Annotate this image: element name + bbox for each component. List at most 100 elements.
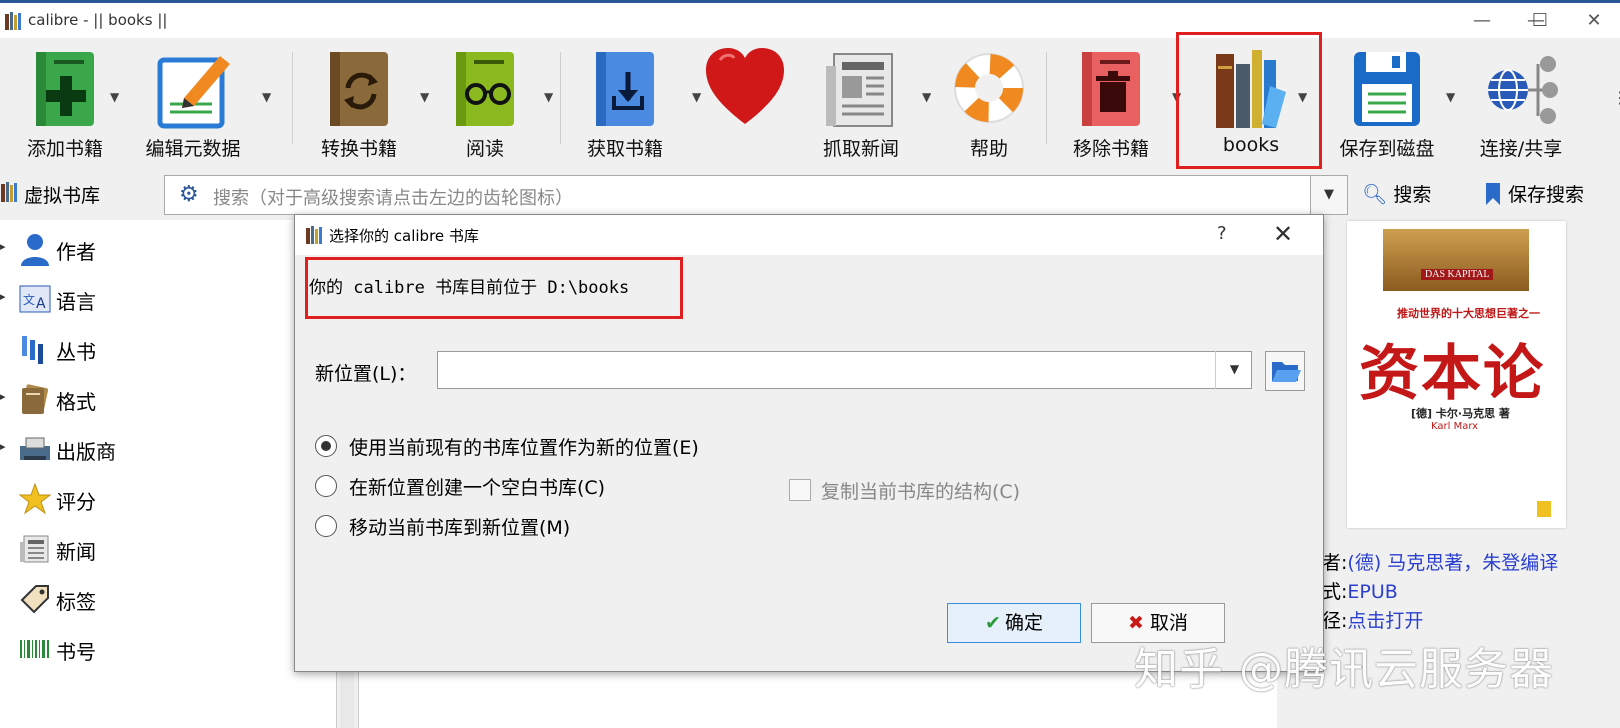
sidebar-item-publishers[interactable]: ▸ 出版商: [0, 430, 320, 470]
help-lifebuoy-icon: [954, 53, 1024, 123]
window-titlebar: calibre - || books || —: [0, 0, 1620, 38]
dialog-title: 选择你的 calibre 书库: [329, 227, 479, 245]
sidebar-item-series[interactable]: 丛书: [0, 330, 320, 370]
browse-folder-button[interactable]: [1265, 351, 1305, 391]
connect-share-button[interactable]: 连接/共享: [1456, 38, 1586, 166]
main-toolbar: 添加书籍 ▼ 编辑元数据 ▼ 转换书籍 ▼ 阅读 ▼ 获取书籍 ▼ 抓取新闻 ▼…: [0, 38, 1620, 168]
donate-heart-button[interactable]: [690, 38, 800, 166]
sidebar-item-formats[interactable]: ▸ 格式: [0, 380, 320, 420]
cover-subtitle: DAS KAPITAL: [1421, 269, 1494, 280]
sidebar-item-news[interactable]: 新闻: [0, 530, 320, 570]
expand-arrow-icon[interactable]: ▸: [0, 390, 6, 403]
ok-button[interactable]: ✔ 确定: [947, 603, 1081, 643]
add-books-button[interactable]: 添加书籍 ▼: [0, 38, 130, 166]
bookmark-icon: [1486, 183, 1500, 205]
radio-indicator[interactable]: [315, 435, 337, 457]
dialog-close-button[interactable]: ✕: [1273, 220, 1293, 248]
save-to-disk-label: 保存到磁盘: [1339, 138, 1435, 160]
search-input[interactable]: ⚙ 搜索（对于高级搜索请点击左边的齿轮图标）: [164, 175, 1348, 215]
search-button-label: 搜索: [1393, 184, 1432, 206]
folder-open-icon: [1272, 362, 1301, 382]
sidebar-item-rating[interactable]: 评分: [0, 480, 320, 520]
new-location-input[interactable]: [437, 351, 1252, 389]
toolbar-separator: [292, 52, 293, 144]
detail-format-key: 式:: [1322, 581, 1348, 603]
edit-metadata-button[interactable]: 编辑元数据 ▼: [128, 38, 271, 166]
detail-path-key: 径:: [1322, 610, 1348, 632]
tag-browser: ▸ 作者 ▸ 文A 语言 丛书 ▸ 格式 ▸ 出版商 评分 新闻 标签 书号: [0, 220, 337, 728]
new-location-label: 新位置(L)：: [315, 363, 417, 385]
cover-title: 资本论: [1359, 339, 1545, 409]
expand-arrow-icon[interactable]: ▸: [0, 290, 6, 303]
create-empty-radio[interactable]: 在新位置创建一个空白书库(C): [315, 473, 605, 500]
calibre-logo-icon: [5, 12, 21, 30]
search-icon: 🔍︎: [1362, 182, 1388, 206]
read-book-dropdown-icon[interactable]: ▼: [544, 90, 553, 104]
detail-path-link[interactable]: 点击打开: [1347, 610, 1423, 632]
sidebar-item-tags[interactable]: 标签: [0, 580, 320, 620]
expand-arrow-icon[interactable]: ▸: [0, 240, 6, 253]
sidebar-item-authors[interactable]: ▸ 作者: [0, 230, 320, 270]
edit-metadata-dropdown-icon[interactable]: ▼: [262, 90, 271, 104]
edit-metadata-icon: [157, 56, 230, 129]
sidebar-item-identifiers[interactable]: 书号: [0, 630, 320, 670]
save-to-disk-button[interactable]: 保存到磁盘 ▼: [1322, 38, 1455, 166]
close-window-button[interactable]: ✕: [1574, 9, 1614, 35]
svg-text:A: A: [36, 296, 46, 312]
sidebar-item-languages[interactable]: ▸ 文A 语言: [0, 280, 320, 320]
connect-share-label: 连接/共享: [1479, 138, 1563, 160]
detail-author-link[interactable]: (德) 马克思著，朱登编译: [1347, 552, 1558, 574]
window-title: calibre - || books ||: [28, 11, 168, 29]
convert-books-button[interactable]: 转换书籍 ▼: [294, 38, 429, 166]
detail-path-row: 径:点击打开: [1322, 606, 1423, 633]
sidebar-item-label: 出版商: [56, 440, 116, 464]
move-library-radio[interactable]: 移动当前书库到新位置(M): [315, 513, 570, 540]
help-button[interactable]: 帮助: [924, 38, 1054, 166]
connect-share-icon: [1488, 56, 1558, 124]
toolbar-overflow-icon[interactable]: ⋮: [1612, 88, 1620, 107]
save-search-button[interactable]: 保存搜索: [1486, 180, 1584, 207]
barcode-icon: [20, 640, 49, 658]
radio-indicator[interactable]: [315, 515, 337, 537]
save-disk-icon: [1354, 52, 1420, 126]
person-icon: [21, 234, 49, 266]
star-icon: [18, 482, 52, 515]
sidebar-item-label: 丛书: [56, 340, 96, 364]
sidebar-item-label: 新闻: [56, 540, 96, 564]
cover-author: [德] 卡尔·马克思 著: [1411, 407, 1510, 420]
sidebar-item-label: 语言: [56, 290, 96, 314]
search-button[interactable]: 🔍︎ 搜索: [1362, 180, 1431, 207]
book-cover[interactable]: DAS KAPITAL 推动世界的十大思想巨著之一 资本论 [德] 卡尔·马克思…: [1347, 221, 1566, 528]
add-books-dropdown-icon[interactable]: ▼: [110, 90, 119, 104]
use-existing-radio[interactable]: 使用当前现有的书库位置作为新的位置(E): [315, 433, 699, 460]
create-empty-label: 在新位置创建一个空白书库(C): [349, 477, 606, 499]
remove-books-button[interactable]: 移除书籍 ▼: [1046, 38, 1181, 166]
format-icon: [21, 384, 49, 414]
heart-icon: [706, 48, 784, 124]
detail-format-link[interactable]: EPUB: [1347, 581, 1397, 603]
get-books-icon: [596, 52, 654, 126]
move-library-label: 移动当前书库到新位置(M): [349, 517, 571, 539]
radio-indicator[interactable]: [315, 475, 337, 497]
read-book-button[interactable]: 阅读 ▼: [420, 38, 553, 166]
copy-structure-checkbox[interactable]: 复制当前书库的结构(C): [789, 477, 1020, 504]
edit-metadata-label: 编辑元数据: [145, 138, 241, 160]
minimize-button-2[interactable]: —: [1462, 9, 1502, 35]
save-to-disk-dropdown-icon[interactable]: ▼: [1446, 90, 1455, 104]
detail-author-key: 者:: [1322, 552, 1348, 574]
help-label: 帮助: [969, 138, 1008, 160]
svg-text:文: 文: [23, 292, 35, 307]
expand-arrow-icon[interactable]: ▸: [0, 440, 6, 453]
dialog-help-button[interactable]: ?: [1217, 223, 1227, 244]
virtual-library-icon: [1, 182, 17, 202]
sidebar-item-label: 评分: [56, 490, 96, 514]
sidebar-item-label: 标签: [56, 590, 96, 614]
library-highlight-box: [1176, 32, 1322, 169]
maximize-button[interactable]: ☐: [1520, 9, 1560, 35]
gear-icon[interactable]: ⚙: [179, 182, 199, 207]
get-books-button[interactable]: 获取书籍 ▼: [560, 38, 701, 166]
search-history-dropdown[interactable]: ▼: [1310, 175, 1348, 215]
new-location-dropdown[interactable]: ▼: [1215, 351, 1253, 389]
checkbox-box[interactable]: [789, 479, 811, 501]
fetch-news-button[interactable]: 抓取新闻 ▼: [796, 38, 931, 166]
